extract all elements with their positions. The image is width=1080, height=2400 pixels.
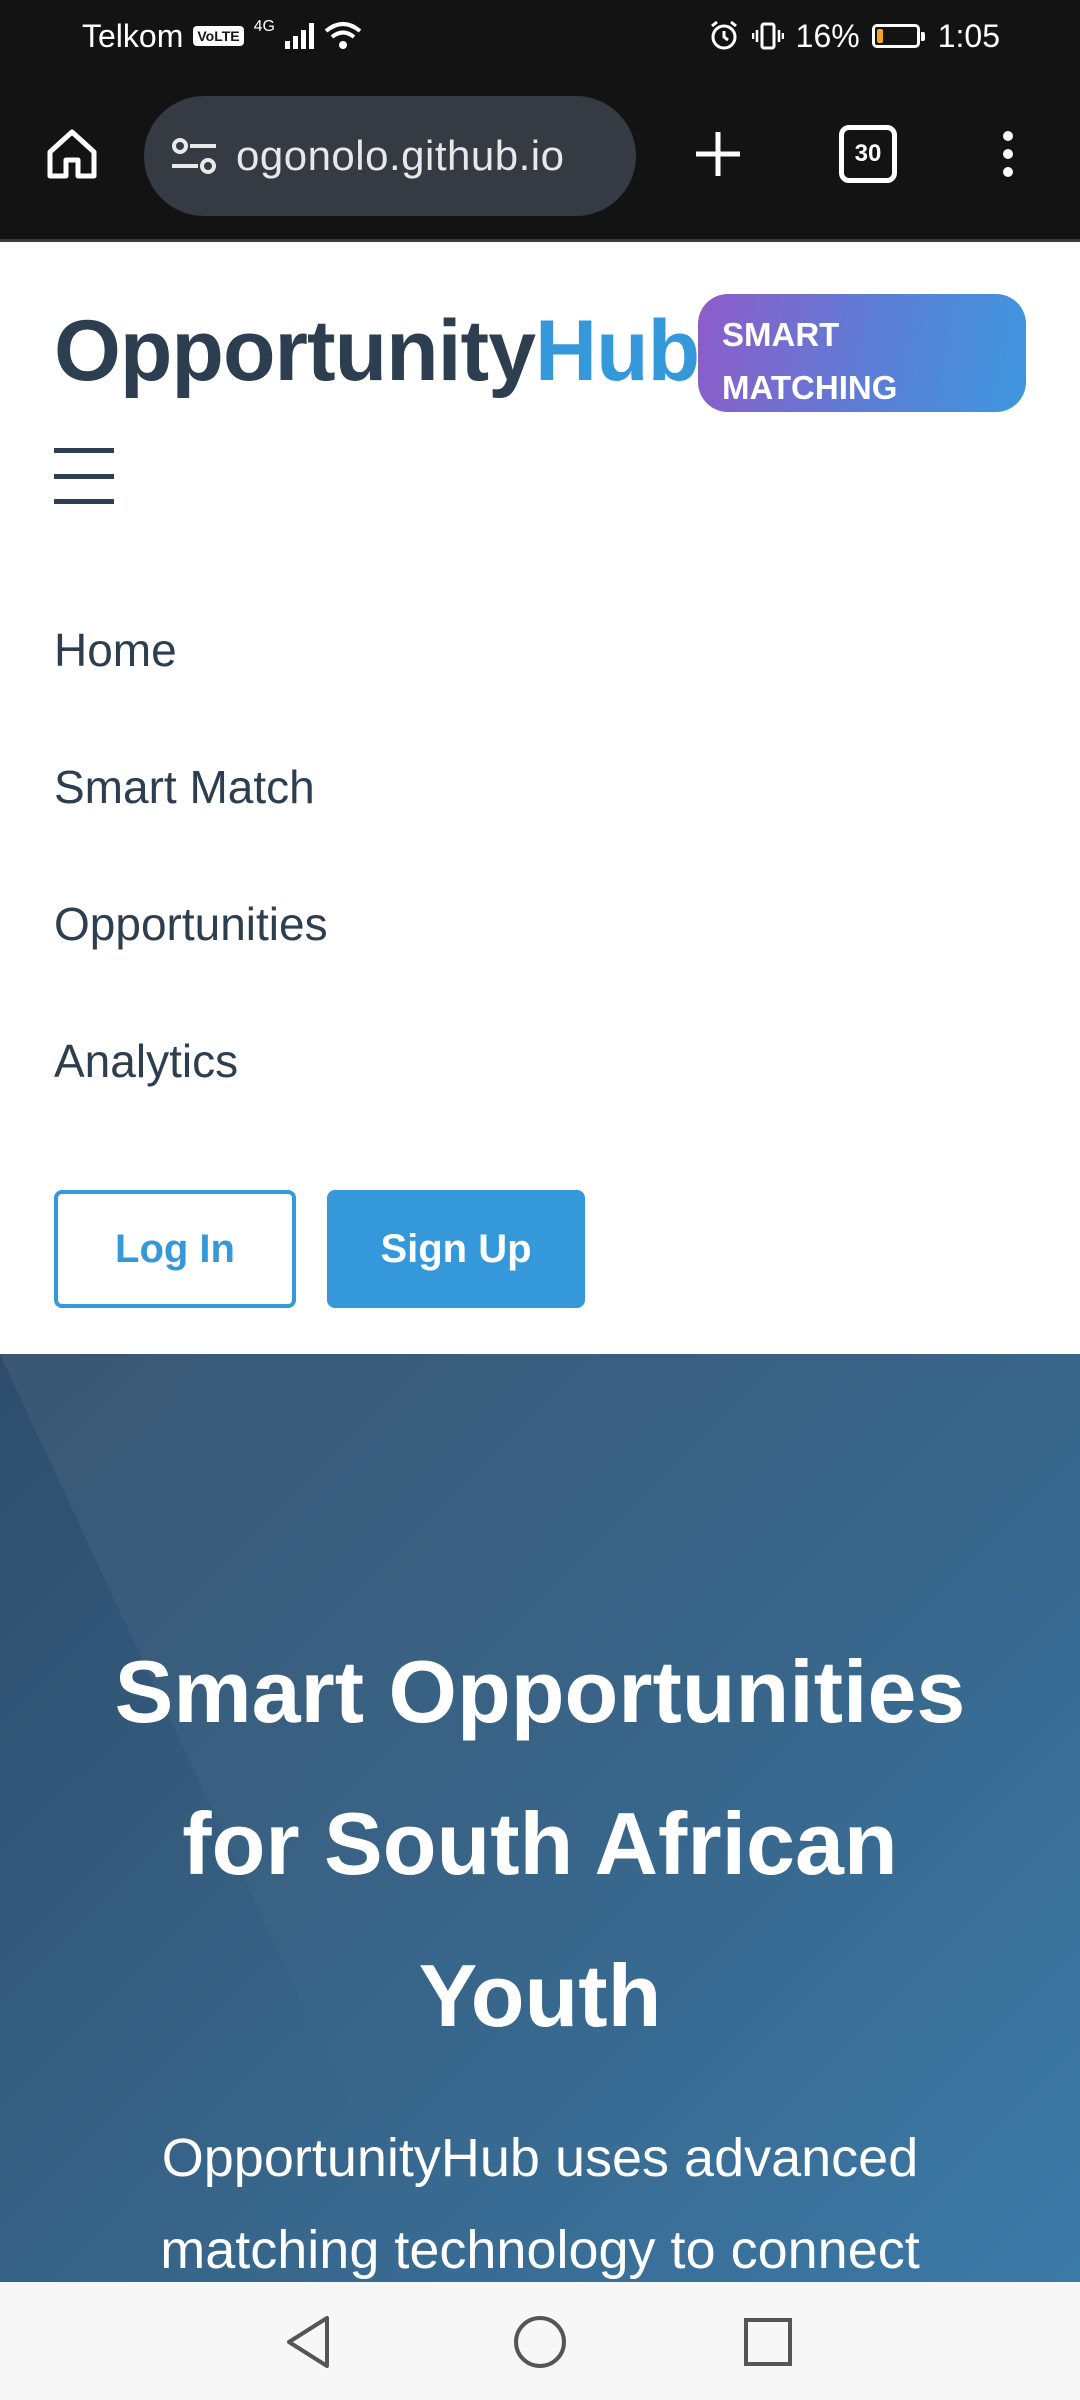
system-nav-bar <box>0 2282 1080 2400</box>
volte-icon: VoLTE <box>193 26 244 46</box>
url-text[interactable]: ogonolo.github.io <box>236 132 564 180</box>
hero-title-line-1: Smart Opportunities <box>114 1642 966 1741</box>
site-logo[interactable]: OpportunityHub <box>54 296 700 406</box>
battery-icon <box>871 24 925 48</box>
wifi-icon <box>324 22 362 49</box>
back-button[interactable] <box>278 2312 338 2372</box>
site-settings-icon[interactable] <box>164 126 224 186</box>
battery-fill <box>876 29 884 43</box>
status-left: Telkom VoLTE 4G <box>82 0 362 72</box>
browser-toolbar: ogonolo.github.io 30 <box>0 72 1080 242</box>
hamburger-menu-icon[interactable] <box>54 448 114 504</box>
hero-section: Smart Opportunities for South African Yo… <box>0 1354 1080 2282</box>
more-menu-icon <box>1003 131 1013 141</box>
network-type: 4G <box>253 18 275 35</box>
home-button[interactable] <box>30 112 114 196</box>
square-recents-icon <box>744 2318 792 2366</box>
logo-accent: Hub <box>535 303 700 399</box>
hero-title: Smart Opportunities for South African Yo… <box>40 1616 1040 2072</box>
home-nav-button[interactable] <box>510 2312 570 2372</box>
circle-home-icon <box>514 2316 566 2368</box>
signup-button[interactable]: Sign Up <box>327 1190 585 1308</box>
recents-button[interactable] <box>738 2312 798 2372</box>
badge-line-1: SMART <box>722 316 840 353</box>
hero-subtitle: OpportunityHub uses advanced matching te… <box>60 2112 1020 2282</box>
logo-main: Opportunity <box>54 303 536 399</box>
status-bar: Telkom VoLTE 4G 16% 1:05 <box>0 0 1080 72</box>
hero-subtitle-line-2: matching technology to connect <box>160 2220 920 2280</box>
badge-line-2: MATCHING <box>722 369 898 406</box>
vibrate-icon <box>751 22 784 50</box>
signal-icon <box>284 23 314 49</box>
home-icon <box>47 129 97 179</box>
clock: 1:05 <box>937 17 1000 54</box>
smart-matching-badge: SMART MATCHING <box>698 294 1026 412</box>
new-tab-icon <box>696 132 740 176</box>
back-icon <box>287 2316 329 2368</box>
tab-switcher-button[interactable]: 30 <box>826 112 910 196</box>
hero-title-line-2: for South African <box>182 1794 898 1893</box>
hero-subtitle-line-1: OpportunityHub uses advanced <box>161 2128 919 2188</box>
nav-item-home[interactable]: Home <box>54 620 177 680</box>
nav-item-smart-match[interactable]: Smart Match <box>54 757 315 817</box>
carrier-name: Telkom <box>82 17 184 54</box>
status-right: 16% 1:05 <box>708 0 1000 72</box>
url-bar[interactable]: ogonolo.github.io <box>144 96 636 216</box>
nav-item-opportunities[interactable]: Opportunities <box>54 894 328 954</box>
new-tab-button[interactable] <box>676 112 760 196</box>
hero-title-line-3: Youth <box>418 1946 662 2045</box>
tab-switcher-icon: 30 <box>839 125 897 183</box>
login-button[interactable]: Log In <box>54 1190 296 1308</box>
battery-percent: 16% <box>795 17 860 54</box>
alarm-icon <box>710 20 737 50</box>
nav-item-analytics[interactable]: Analytics <box>54 1031 238 1091</box>
more-menu-button[interactable] <box>966 112 1050 196</box>
